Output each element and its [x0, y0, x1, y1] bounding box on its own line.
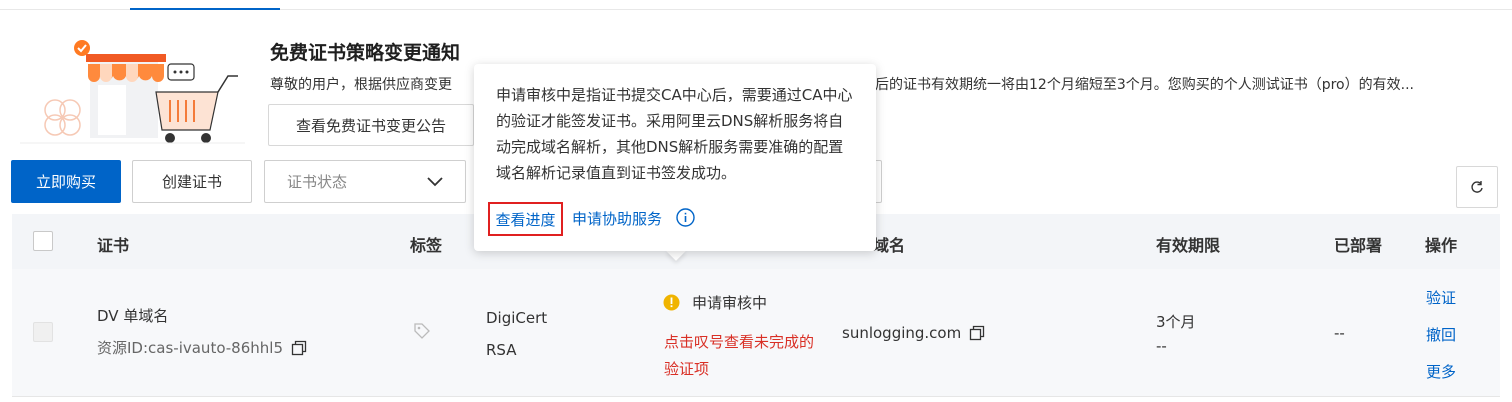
copy-icon[interactable] — [969, 325, 985, 341]
verify-link[interactable]: 验证 — [1426, 287, 1456, 308]
status-help-popover: 申请审核中是指证书提交CA中心后，需要通过CA中心的验证才能签发证书。采用阿里云… — [474, 64, 876, 251]
domain-text: sunlogging.com — [842, 324, 962, 342]
warning-icon[interactable] — [663, 294, 680, 311]
select-all-checkbox[interactable] — [33, 231, 53, 251]
buy-now-button[interactable]: 立即购买 — [11, 160, 121, 203]
column-header-domain: 域名 — [873, 236, 906, 255]
resource-id-text: 资源ID:cas-ivauto-86hhl5 — [97, 339, 283, 357]
certificate-status-select[interactable]: 证书状态 — [264, 160, 466, 203]
deployed-value: -- — [1334, 324, 1345, 342]
refresh-button[interactable] — [1456, 166, 1498, 208]
copy-icon[interactable] — [291, 340, 307, 356]
column-header-deployed: 已部署 — [1334, 236, 1383, 255]
view-progress-link[interactable]: 查看进度 — [488, 202, 563, 236]
certificate-algorithm: RSA — [486, 341, 517, 359]
resource-id: 资源ID:cas-ivauto-86hhl5 — [97, 337, 307, 358]
request-assist-link[interactable]: 申请协助服务 — [572, 208, 662, 229]
more-link[interactable]: 更多 — [1426, 361, 1456, 382]
row-checkbox[interactable] — [33, 322, 53, 342]
status-text: 申请审核中 — [692, 294, 768, 312]
refresh-icon — [1471, 181, 1483, 193]
status-cell: 申请审核中 — [663, 292, 767, 313]
create-certificate-button[interactable]: 创建证书 — [132, 160, 252, 203]
column-header-tag: 标签 — [410, 236, 443, 255]
notice-title: 免费证书策略变更通知 — [270, 42, 461, 64]
certificate-name: DV 单域名 — [97, 307, 169, 325]
shop-cart-illustration — [20, 40, 245, 144]
certificate-brand: DigiCert — [486, 309, 548, 327]
column-header-certificate: 证书 — [97, 236, 130, 255]
view-notice-button[interactable]: 查看免费证书变更公告 — [268, 104, 474, 146]
validity-period: 3个月 — [1156, 313, 1196, 331]
status-select-placeholder: 证书状态 — [287, 173, 348, 191]
popover-text: 申请审核中是指证书提交CA中心后，需要通过CA中心的验证才能签发证书。采用阿里云… — [496, 86, 853, 182]
column-header-validity: 有效期限 — [1156, 236, 1221, 255]
notice-body: 尊敬的用户，根据供应商变更 — [270, 77, 452, 93]
notice-body-continued: 后的证书有效期统一将由12个月缩短至3个月。您购买的个人测试证书（pro）的有效… — [875, 77, 1414, 93]
tag-icon[interactable] — [413, 322, 431, 340]
chevron-down-icon — [427, 176, 443, 186]
column-header-actions: 操作 — [1425, 236, 1458, 255]
active-tab-indicator — [130, 8, 280, 10]
status-hint: 点击叹号查看未完成的验证项 — [664, 333, 815, 378]
validity-end: -- — [1156, 337, 1167, 355]
withdraw-link[interactable]: 撤回 — [1426, 324, 1456, 345]
info-icon[interactable] — [676, 208, 695, 227]
domain-cell: sunlogging.com — [842, 324, 985, 342]
